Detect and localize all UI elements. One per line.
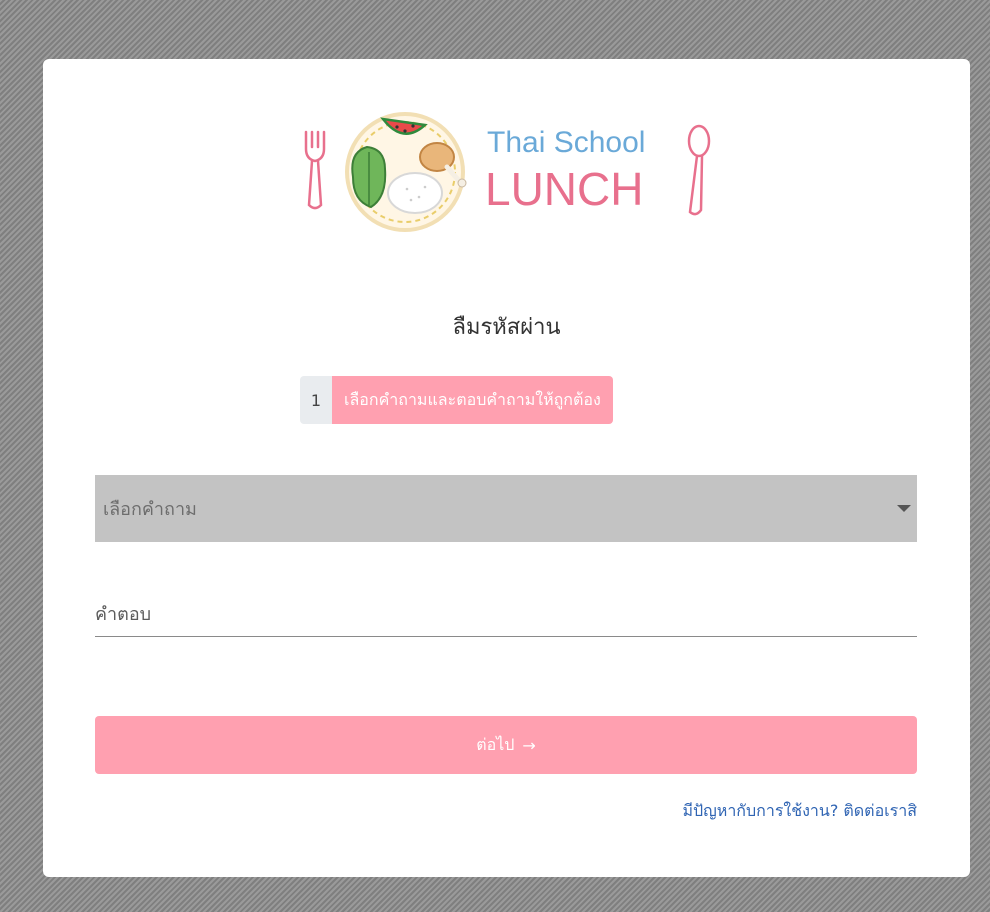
question-select-value: เลือกคำถาม bbox=[103, 499, 197, 520]
lunch-plate-icon bbox=[345, 112, 467, 232]
arrow-right-icon: → bbox=[522, 735, 536, 755]
next-button-label: ต่อไป bbox=[476, 734, 515, 754]
step-indicator: 1 เลือกคำถามและตอบคำถามให้ถูกต้อง bbox=[300, 376, 613, 424]
page-title: ลืมรหัสผ่าน bbox=[452, 315, 561, 340]
logo-text-lunch: LUNCH bbox=[485, 163, 643, 215]
caret-down-icon bbox=[897, 505, 911, 512]
logo-text-thai-school: Thai School bbox=[487, 126, 645, 159]
thai-school-lunch-logo: Thai School LUNCH bbox=[304, 112, 711, 232]
question-select[interactable]: เลือกคำถาม bbox=[95, 475, 917, 542]
step-label: เลือกคำถามและตอบคำถามให้ถูกต้อง bbox=[332, 376, 613, 424]
help-contact-link[interactable]: มีปัญหากับการใช้งาน? ติดต่อเราสิ bbox=[682, 799, 917, 824]
spoon-icon bbox=[687, 124, 711, 216]
step-number: 1 bbox=[300, 376, 332, 424]
fork-icon bbox=[304, 130, 326, 210]
next-button[interactable]: ต่อไป → bbox=[95, 716, 917, 774]
answer-input[interactable] bbox=[95, 592, 917, 637]
forgot-password-card: Thai School LUNCH ลืมรหัสผ่าน 1 เลือกคำถ… bbox=[43, 59, 970, 877]
